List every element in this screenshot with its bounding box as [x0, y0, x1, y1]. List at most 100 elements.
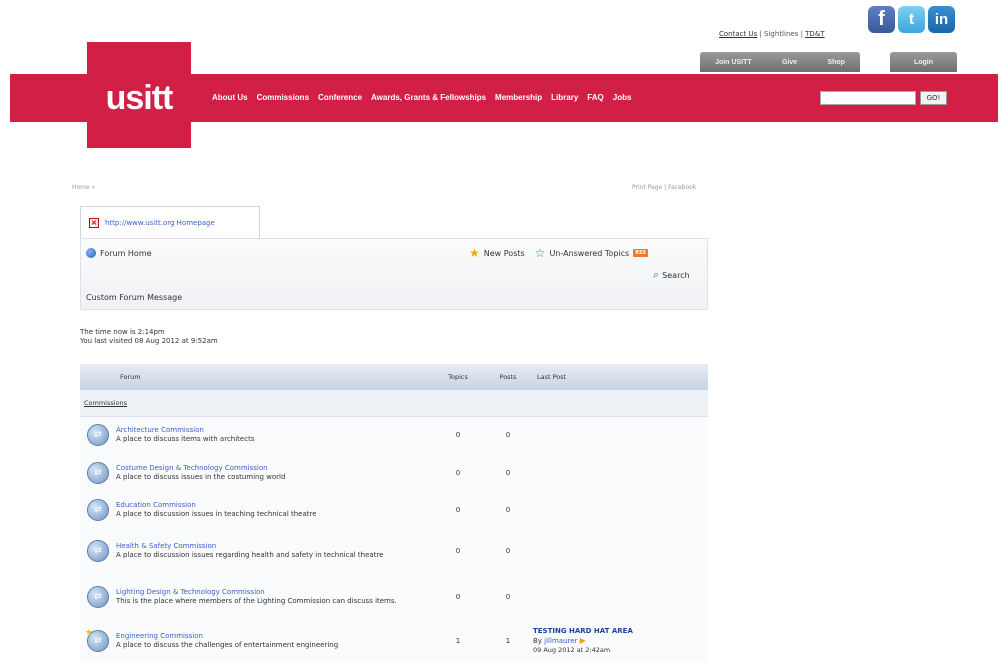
topics-column-header[interactable]: Topics — [433, 364, 483, 390]
last-post-column-header[interactable]: Last Post — [533, 364, 708, 390]
posts-count: 0 — [483, 416, 533, 454]
give-button[interactable]: Give — [782, 59, 797, 66]
table-row: ⇄ Architecture Commission A place to disc… — [80, 416, 708, 454]
go-to-post-icon[interactable]: ▶ — [580, 636, 586, 645]
join-usitt-button[interactable]: Join USITT — [715, 59, 752, 66]
forum-icon: ⇄ — [87, 462, 109, 484]
table-row: ⇄ Costume Design & Technology Commission… — [80, 454, 708, 492]
forum-description: A place to discuss the challenges of ent… — [116, 641, 339, 649]
broken-image-icon: × — [89, 217, 99, 228]
forum-home-label: Forum Home — [100, 248, 152, 258]
table-row: ⇄ Education Commission A place to discuss… — [80, 492, 708, 528]
posts-count: 0 — [483, 454, 533, 492]
linkedin-icon[interactable]: in — [928, 6, 955, 33]
last-post-date: 09 Aug 2012 at 2:42am — [533, 646, 611, 654]
homepage-link-text[interactable]: http://www.usitt.org Homepage — [105, 219, 215, 227]
table-row: ★ ⇄ Engineering Commission A place to disc… — [80, 620, 708, 662]
forum-description: A place to discuss issues in the costumi… — [116, 473, 286, 481]
table-header-row: Forum Topics Posts Last Post — [80, 364, 708, 390]
forum-description: A place to discussion issues in teaching… — [116, 510, 317, 518]
posts-column-header[interactable]: Posts — [483, 364, 533, 390]
current-time: The time now is 2:14pm — [80, 328, 165, 336]
time-info: The time now is 2:14pm You last visited … — [80, 328, 218, 346]
forum-description: A place to discussion issues regarding h… — [116, 551, 384, 559]
homepage-link-tab[interactable]: × http://www.usitt.org Homepage — [80, 206, 260, 238]
rss-icon[interactable]: RSS — [633, 249, 649, 257]
nav-membership[interactable]: Membership — [495, 93, 542, 102]
table-row: ⇄ Health & Safety Commission A place to d… — [80, 528, 708, 574]
topics-count: 0 — [433, 416, 483, 454]
forum-description: A place to discuss items with architects — [116, 435, 255, 444]
category-commissions[interactable]: Commissions — [80, 390, 708, 417]
icon-column-header — [80, 364, 116, 390]
forum-icon: ⇄ — [87, 586, 109, 608]
forum-search-link[interactable]: ⌕ Search — [653, 268, 690, 281]
site-search-input[interactable] — [820, 91, 916, 105]
custom-forum-message: Custom Forum Message — [86, 293, 183, 302]
last-post-user-link[interactable]: jillmaurer — [544, 637, 577, 645]
forum-icon: ⇄ — [87, 499, 109, 521]
nav-faq[interactable]: FAQ — [587, 93, 603, 102]
shop-button[interactable]: Shop — [827, 59, 845, 66]
nav-awards[interactable]: Awards, Grants & Fellowships — [371, 93, 486, 102]
login-button[interactable]: Login — [890, 52, 957, 72]
forum-quick-links: ★ New Posts ☆ Un-Answered Topics RSS — [469, 246, 649, 260]
nav-conference[interactable]: Conference — [318, 93, 362, 102]
topics-count: 0 — [433, 574, 483, 620]
forum-toolbar: Forum Home ★ New Posts ☆ Un-Answered Top… — [80, 238, 708, 310]
posts-count: 1 — [483, 620, 533, 662]
forum-icon: ⇄ — [87, 424, 109, 447]
nav-commissions[interactable]: Commissions — [257, 93, 309, 102]
table-row: ⇄ Lighting Design & Technology Commissio… — [80, 574, 708, 620]
posts-count: 0 — [483, 492, 533, 528]
contact-us-link[interactable]: Contact Us — [719, 30, 757, 38]
forum-description: This is the place where members of the L… — [116, 597, 397, 605]
social-icons: f t in — [868, 6, 955, 33]
new-flag-icon: ★ — [85, 628, 94, 638]
posts-count: 0 — [483, 528, 533, 574]
nav-about-us[interactable]: About Us — [212, 93, 248, 102]
logo-text: usitt — [105, 78, 174, 117]
nav-library[interactable]: Library — [551, 93, 578, 102]
print-page-links[interactable]: Print Page | Facebook — [632, 184, 696, 191]
topics-count: 0 — [433, 454, 483, 492]
main-nav: About Us Commissions Conference Awards, … — [212, 93, 631, 102]
breadcrumb[interactable]: Home » — [72, 184, 95, 191]
star-icon: ★ — [469, 246, 480, 260]
forum-name-link[interactable]: Lighting Design & Technology Commission — [116, 588, 433, 597]
twitter-icon[interactable]: t — [898, 6, 925, 33]
go-button[interactable]: GO! — [920, 91, 947, 105]
star-outline-icon: ☆ — [534, 246, 546, 260]
unanswered-topics-link[interactable]: Un-Answered Topics — [549, 249, 629, 258]
forum-search-label: Search — [662, 270, 690, 280]
forum-new-posts-icon: ★ ⇄ — [85, 628, 109, 652]
forum-name-link[interactable]: Education Commission — [116, 501, 433, 510]
last-post-title-link[interactable]: TESTING HARD HAT AREA — [533, 627, 708, 636]
globe-icon — [86, 248, 96, 258]
forum-name-link[interactable]: Costume Design & Technology Commission — [116, 464, 433, 473]
forum-name-link[interactable]: Engineering Commission — [116, 632, 433, 641]
last-visit-time: You last visited 08 Aug 2012 at 9:52am — [80, 337, 218, 345]
facebook-icon[interactable]: f — [868, 6, 895, 33]
forum-table: Forum Topics Posts Last Post Commissions… — [80, 364, 708, 662]
topics-count: 0 — [433, 492, 483, 528]
new-posts-link[interactable]: New Posts — [484, 249, 525, 258]
topics-count: 0 — [433, 528, 483, 574]
category-row: Commissions — [80, 390, 708, 417]
forum-name-link[interactable]: Architecture Commission — [116, 426, 433, 435]
sightlines-link[interactable]: Sightlines — [764, 30, 798, 38]
forum-name-link[interactable]: Health & Safety Commission — [116, 542, 433, 551]
usitt-logo[interactable]: usitt — [87, 42, 191, 148]
nav-jobs[interactable]: Jobs — [613, 93, 632, 102]
forum-icon: ⇄ — [87, 540, 109, 562]
forum-column-header[interactable]: Forum — [116, 364, 433, 390]
last-post-by-label: By — [533, 637, 545, 645]
last-post-author: By jillmaurer ▶ — [533, 636, 708, 646]
tdt-link[interactable]: TD&T — [805, 30, 824, 38]
member-actions-bar: Join USITT Give Shop — [700, 52, 860, 72]
top-utility-links: Contact Us | Sightlines | TD&T — [719, 30, 825, 38]
forum-home-link[interactable]: Forum Home — [86, 248, 152, 258]
magnifier-icon: ⌕ — [653, 268, 660, 281]
topics-count: 1 — [433, 620, 483, 662]
posts-count: 0 — [483, 574, 533, 620]
